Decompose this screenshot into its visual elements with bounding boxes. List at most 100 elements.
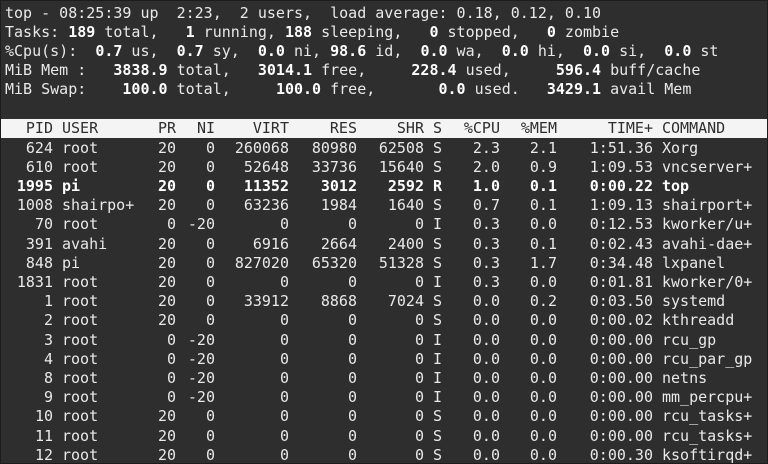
cell-cpu: 2.0 xyxy=(472,157,500,176)
cell-pid: 848 xyxy=(25,253,53,272)
tasks-sleeping: 188 xyxy=(284,23,313,41)
cell-mem: 0.0 xyxy=(529,445,557,464)
cell-s: S xyxy=(433,292,443,311)
cell-virt: 0 xyxy=(279,368,289,387)
cell-pr: 20 xyxy=(157,138,176,157)
cell-cpu: 0.0 xyxy=(472,368,500,387)
process-row: 70 root 0 -20 0 0 0 I 0.3 0.0 0:12.53 kworker/u+ xyxy=(1,215,767,234)
mem-total: 3838.9 xyxy=(113,61,168,79)
cell-user: root xyxy=(62,388,99,407)
cell-virt: 0 xyxy=(279,407,289,426)
swap-label: MiB Swap: xyxy=(5,80,123,98)
cell-command: mm_percpu+ xyxy=(662,388,753,407)
cell-s: I xyxy=(433,368,443,387)
tasks-zombie: 0 xyxy=(546,23,556,41)
swap-total: 100.0 xyxy=(122,80,168,98)
column-header-ni: NI xyxy=(196,119,215,137)
cell-virt: 0 xyxy=(279,445,289,464)
cell-user: root xyxy=(62,311,99,330)
cell-pid: 11 xyxy=(34,426,53,445)
process-row: 9 root 0 -20 0 0 0 I 0.0 0.0 0:00.00 mm_percpu+ xyxy=(1,388,767,407)
cell-shr: 0 xyxy=(414,330,424,349)
cell-user: root xyxy=(62,215,99,234)
cell-command: rcu_tasks+ xyxy=(662,407,753,426)
cell-ni: 0 xyxy=(205,445,215,464)
cell-res: 0 xyxy=(347,311,357,330)
tasks-running-label: running, xyxy=(194,23,285,41)
cell-pr: 0 xyxy=(166,330,176,349)
cell-user: pi xyxy=(62,253,81,272)
cell-virt: 0 xyxy=(279,388,289,407)
cell-shr: 7024 xyxy=(387,292,424,311)
cell-user: root xyxy=(62,407,99,426)
cell-s: I xyxy=(433,349,443,368)
cell-mem: 0.1 xyxy=(529,176,557,195)
cell-pr: 20 xyxy=(157,407,176,426)
cpu-si-label: si, xyxy=(610,42,665,60)
cell-virt: 0 xyxy=(279,426,289,445)
cell-pid: 610 xyxy=(25,157,53,176)
cpu-sy-label: sy, xyxy=(203,42,258,60)
process-row: 10 root 20 0 0 0 0 S 0.0 0.0 0:00.00 rcu_tasks+ xyxy=(1,407,767,426)
column-header-pr: PR xyxy=(157,119,176,137)
cell-pid: 10 xyxy=(34,407,53,426)
cell-command: systemd xyxy=(662,292,726,311)
swap-avail-label: avail Mem xyxy=(601,80,692,98)
cell-shr: 15640 xyxy=(378,157,424,176)
cell-time: 0:00.22 xyxy=(589,176,653,195)
process-row: 391 avahi 20 0 6916 2664 2400 S 0.3 0.1 0:02.43 ava… xyxy=(1,234,767,254)
cell-res: 0 xyxy=(347,368,357,387)
cell-pid: 3 xyxy=(43,330,53,349)
cpu-wa-label: wa, xyxy=(447,42,502,60)
cell-shr: 2592 xyxy=(387,176,424,195)
mem-buff-label: buff/cache xyxy=(601,61,701,79)
summary-tasks-line: Tasks: 189 total, 1 running, 188 sleepin… xyxy=(5,23,619,42)
cell-pr: 0 xyxy=(166,368,176,387)
cell-res: 0 xyxy=(347,407,357,426)
cpu-us: 0.7 xyxy=(95,42,123,60)
cell-mem: 0.0 xyxy=(529,426,557,445)
cell-res: 0 xyxy=(347,388,357,407)
cell-shr: 1640 xyxy=(387,196,424,215)
cell-user: avahi xyxy=(62,234,108,253)
cell-s: I xyxy=(433,330,443,349)
cell-pid: 391 xyxy=(25,234,53,253)
cell-command: netns xyxy=(662,368,708,387)
column-header-bar: PID USER PR NI VIRT RES SHR S %CPU %MEM TIME+ COMMA… xyxy=(1,119,767,138)
cell-shr: 0 xyxy=(414,215,424,234)
cell-ni: 0 xyxy=(205,407,215,426)
cell-virt: 0 xyxy=(279,311,289,330)
cell-virt: 6916 xyxy=(252,234,289,253)
terminal-window[interactable]: top - 08:25:39 up 2:23, 2 users, load av… xyxy=(0,0,768,464)
cell-shr: 0 xyxy=(414,368,424,387)
cell-cpu: 0.0 xyxy=(472,292,500,311)
cell-pid: 1995 xyxy=(16,176,53,195)
cpu-ni-label: ni, xyxy=(284,42,331,60)
cell-pr: 20 xyxy=(157,253,176,272)
column-header-command: COMMAND xyxy=(662,119,726,137)
column-header-mem: %MEM xyxy=(520,119,557,137)
cell-mem: 2.1 xyxy=(529,138,557,157)
process-row: 3 root 0 -20 0 0 0 I 0.0 0.0 0:00.00 rcu_gp xyxy=(1,330,767,350)
cell-virt: 63236 xyxy=(243,196,289,215)
cell-ni: 0 xyxy=(205,272,215,291)
cell-time: 0:00.00 xyxy=(589,388,653,407)
cell-cpu: 0.0 xyxy=(472,388,500,407)
cell-ni: -20 xyxy=(187,349,215,368)
cell-command: vncserver+ xyxy=(662,157,753,176)
cell-pr: 0 xyxy=(166,388,176,407)
cell-pid: 8 xyxy=(43,368,53,387)
tasks-running: 1 xyxy=(185,23,195,41)
cell-s: R xyxy=(433,176,443,195)
cell-user: root xyxy=(62,368,99,387)
column-header-cpu: %CPU xyxy=(463,119,500,137)
cell-s: S xyxy=(433,253,443,272)
cell-shr: 0 xyxy=(414,349,424,368)
cell-res: 0 xyxy=(347,272,357,291)
cell-shr: 0 xyxy=(414,426,424,445)
cell-s: I xyxy=(433,388,443,407)
cell-command: rcu_tasks+ xyxy=(662,426,753,445)
cell-cpu: 0.3 xyxy=(472,272,500,291)
uptime-text: top - 08:25:39 up 2:23, 2 users, load av… xyxy=(5,4,602,22)
cell-time: 0:00.00 xyxy=(589,407,653,426)
